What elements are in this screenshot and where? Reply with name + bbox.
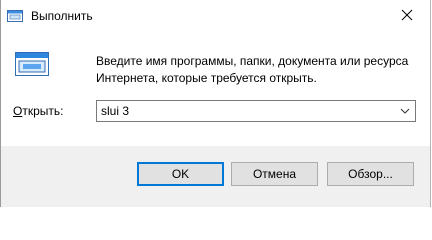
open-input[interactable]	[97, 101, 389, 121]
ok-button[interactable]: OK	[137, 162, 224, 186]
instructions-text: Введите имя программы, папки, документа …	[96, 53, 421, 87]
open-label-accelerator: О	[13, 104, 23, 118]
run-program-icon	[15, 52, 49, 76]
button-bar: OK Отмена Обзор...	[1, 146, 430, 207]
open-field-label: Открыть:	[13, 104, 63, 118]
close-icon	[401, 9, 413, 21]
instructions-line-1: Введите имя программы, папки, документа …	[96, 54, 409, 68]
run-app-icon	[7, 8, 23, 24]
browse-button[interactable]: Обзор...	[327, 162, 414, 186]
run-dialog: Выполнить Введите имя программы, папки, …	[0, 0, 431, 207]
instructions-line-2: Интернета, которые требуется открыть.	[96, 71, 317, 85]
open-label-text: ткрыть:	[22, 104, 64, 118]
open-combobox[interactable]	[96, 100, 416, 122]
dropdown-button[interactable]	[395, 101, 415, 121]
close-button[interactable]	[384, 0, 430, 30]
window-title: Выполнить	[31, 9, 93, 23]
title-bar: Выполнить	[1, 0, 430, 32]
chevron-down-icon	[400, 108, 410, 114]
cancel-button[interactable]: Отмена	[231, 162, 318, 186]
